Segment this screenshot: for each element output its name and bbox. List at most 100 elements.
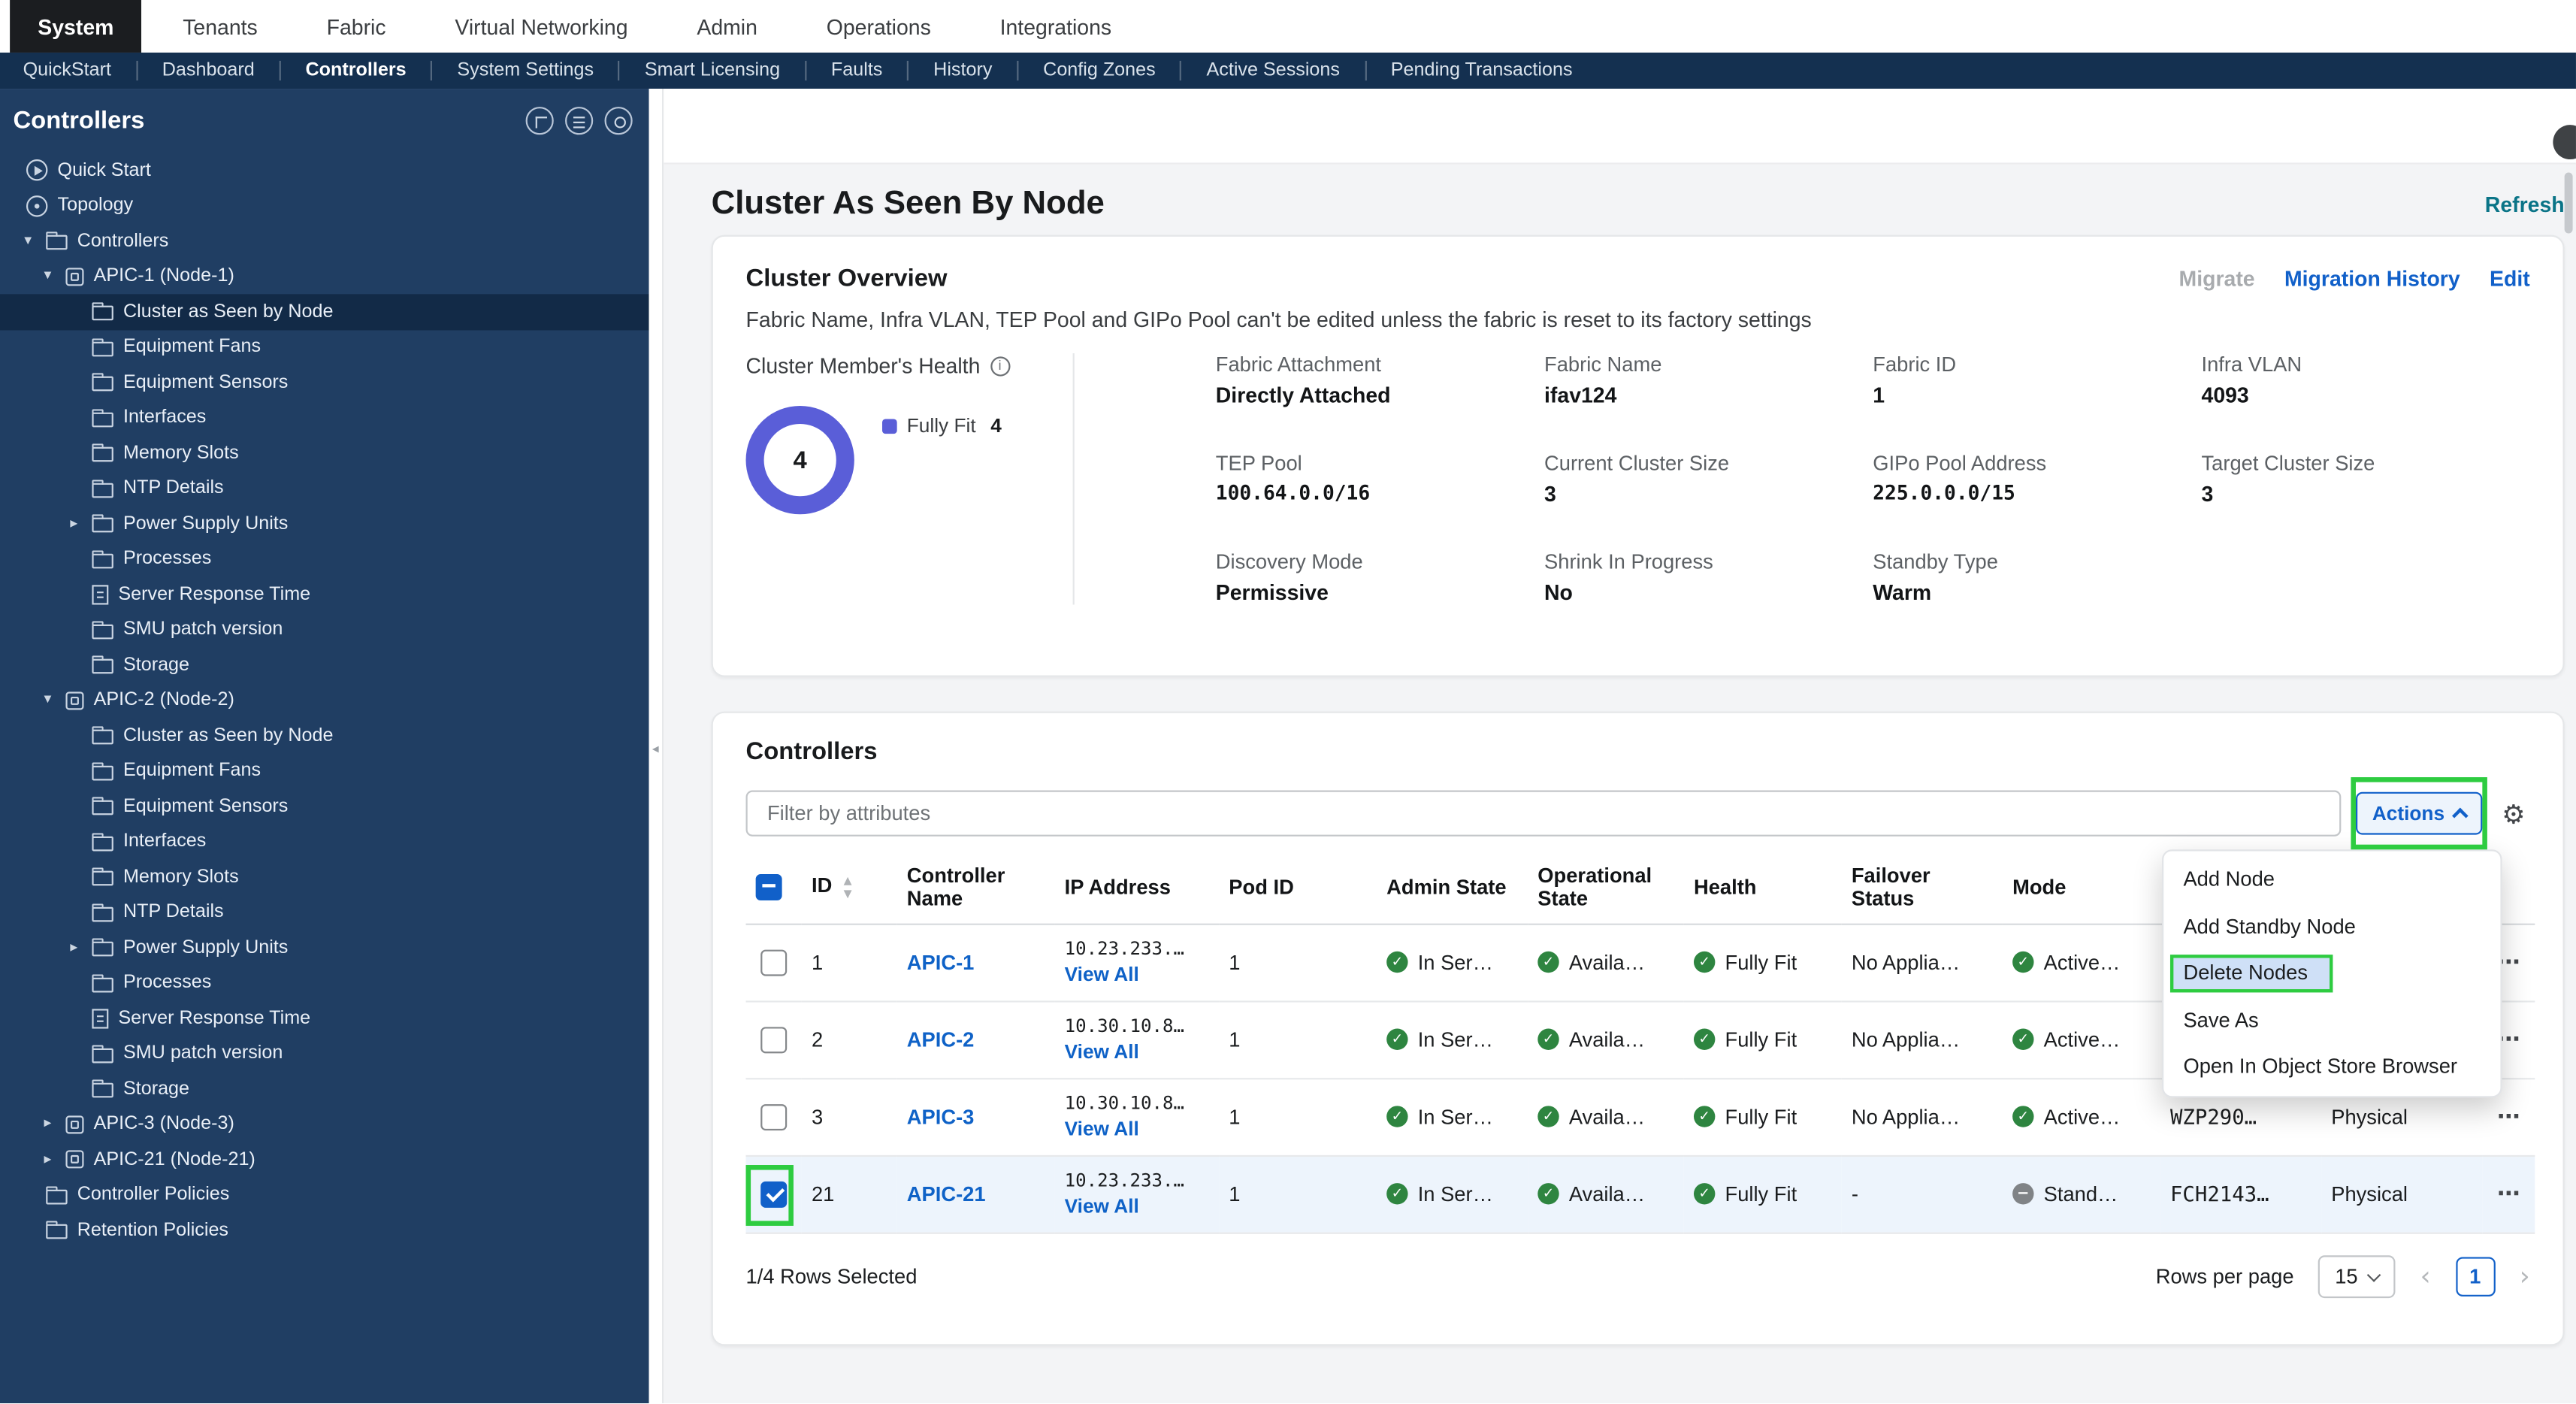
top-tab-tenants[interactable]: Tenants (155, 0, 286, 53)
chevron-down-icon[interactable] (39, 268, 56, 285)
subnav-config-zones[interactable]: Config Zones (1017, 60, 1180, 81)
sidebar-item-controller-policies[interactable]: Controller Policies (0, 1177, 649, 1212)
menu-item-delete-nodes[interactable]: Delete Nodes (2163, 950, 2500, 997)
sidebar-item-equipment-fans-1[interactable]: Equipment Fans (0, 329, 649, 365)
menu-item-add-node[interactable]: Add Node (2163, 856, 2500, 903)
sidebar-item-storage-1[interactable]: Storage (0, 647, 649, 682)
header-pod-id[interactable]: Pod ID (1219, 851, 1377, 924)
current-page-button[interactable]: 1 (2455, 1256, 2495, 1296)
actions-button[interactable]: Actions (2355, 791, 2483, 835)
sidebar-item-apic-3[interactable]: APIC-3 (Node-3) (0, 1106, 649, 1142)
controller-name-link[interactable]: APIC-3 (907, 1105, 975, 1128)
sidebar-item-ntp-details-2[interactable]: NTP Details (0, 894, 649, 930)
header-health[interactable]: Health (1683, 851, 1842, 924)
gear-icon[interactable] (2497, 797, 2530, 829)
chevron-right-icon[interactable] (65, 940, 82, 956)
sidebar-item-power-supply-units-2[interactable]: Power Supply Units (0, 930, 649, 965)
row-checkbox[interactable] (760, 1026, 788, 1053)
subnav-system-settings[interactable]: System Settings (431, 60, 618, 81)
menu-item-add-standby-node[interactable]: Add Standby Node (2163, 903, 2500, 949)
subnav-active-sessions[interactable]: Active Sessions (1180, 60, 1365, 81)
sidebar-item-storage-2[interactable]: Storage (0, 1071, 649, 1106)
controller-name-link[interactable]: APIC-2 (907, 1027, 975, 1051)
sidebar-item-apic-1[interactable]: APIC-1 (Node-1) (0, 259, 649, 294)
next-page-icon[interactable] (2520, 1260, 2530, 1292)
controller-name-link[interactable]: APIC-1 (907, 951, 975, 974)
sidebar-item-interfaces-2[interactable]: Interfaces (0, 824, 649, 859)
sidebar-item-apic-2[interactable]: APIC-2 (Node-2) (0, 682, 649, 718)
chevron-right-icon[interactable] (39, 1151, 56, 1168)
subnav-controllers[interactable]: Controllers (279, 60, 431, 81)
subnav-smart-licensing[interactable]: Smart Licensing (618, 60, 805, 81)
sidebar-item-server-response-time-1[interactable]: Server Response Time (0, 576, 649, 612)
sidebar-item-processes-1[interactable]: Processes (0, 541, 649, 576)
view-all-link[interactable]: View All (1065, 1118, 1209, 1141)
chevron-down-icon[interactable] (39, 692, 56, 709)
info-icon[interactable] (990, 356, 1010, 376)
sidebar-item-smu-patch-version-1[interactable]: SMU patch version (0, 612, 649, 647)
chevron-down-icon[interactable] (20, 233, 36, 250)
row-actions-icon[interactable] (2497, 1103, 2520, 1130)
top-tab-integrations[interactable]: Integrations (972, 0, 1139, 53)
subnav-faults[interactable]: Faults (804, 60, 907, 81)
sort-icons[interactable] (844, 875, 852, 900)
top-tab-operations[interactable]: Operations (799, 0, 959, 53)
header-mode[interactable]: Mode (2002, 851, 2160, 924)
sidebar-item-cluster-as-seen-by-node-1[interactable]: Cluster as Seen by Node (0, 294, 649, 330)
refresh-link[interactable]: Refresh (2485, 192, 2565, 216)
collapse-arrow-icon[interactable] (652, 731, 659, 761)
view-all-link[interactable]: View All (1065, 963, 1209, 986)
refresh-tree-icon[interactable] (604, 107, 633, 135)
subnav-dashboard[interactable]: Dashboard (135, 60, 280, 81)
migrate-link[interactable]: Migrate (2179, 266, 2255, 291)
filter-list-icon[interactable] (565, 107, 594, 135)
filter-input[interactable] (745, 790, 2342, 837)
sidebar-item-equipment-sensors-2[interactable]: Equipment Sensors (0, 788, 649, 824)
row-actions-icon[interactable] (2497, 1181, 2520, 1207)
header-ip-address[interactable]: IP Address (1054, 851, 1220, 924)
view-all-link[interactable]: View All (1065, 1040, 1209, 1064)
vertical-scrollbar[interactable] (2564, 172, 2573, 234)
sidebar-item-equipment-fans-2[interactable]: Equipment Fans (0, 753, 649, 788)
sidebar-item-server-response-time-2[interactable]: Server Response Time (0, 1000, 649, 1036)
sidebar-item-power-supply-units-1[interactable]: Power Supply Units (0, 506, 649, 541)
header-admin-state[interactable]: Admin State (1377, 851, 1528, 924)
table-row-selected[interactable]: 21 APIC-21 10.23.233.…View All 1 In Ser…… (745, 1154, 2535, 1233)
sidebar-item-quick-start[interactable]: Quick Start (0, 153, 649, 188)
sidebar-item-apic-21[interactable]: APIC-21 (Node-21) (0, 1142, 649, 1177)
sidebar-item-retention-policies[interactable]: Retention Policies (0, 1212, 649, 1248)
row-checkbox[interactable] (760, 949, 788, 976)
subnav-quickstart[interactable]: QuickStart (23, 61, 136, 80)
subnav-history[interactable]: History (907, 60, 1017, 81)
sidebar-item-interfaces-1[interactable]: Interfaces (0, 400, 649, 435)
top-tab-virtual-networking[interactable]: Virtual Networking (427, 0, 655, 53)
chevron-right-icon[interactable] (65, 516, 82, 532)
view-all-link[interactable]: View All (1065, 1194, 1209, 1218)
sidebar-item-topology[interactable]: Topology (0, 188, 649, 223)
top-tab-system[interactable]: System (10, 0, 142, 53)
sidebar-item-memory-slots-2[interactable]: Memory Slots (0, 859, 649, 894)
top-tab-fabric[interactable]: Fabric (298, 0, 413, 53)
row-checkbox-checked[interactable] (760, 1180, 788, 1207)
header-controller-name[interactable]: Controller Name (896, 851, 1055, 924)
edit-link[interactable]: Edit (2490, 266, 2530, 291)
controller-name-link[interactable]: APIC-21 (907, 1182, 986, 1206)
header-failover-status[interactable]: Failover Status (1841, 851, 2003, 924)
subnav-pending-transactions[interactable]: Pending Transactions (1364, 60, 1598, 81)
select-all-checkbox[interactable] (755, 873, 782, 900)
row-checkbox[interactable] (760, 1103, 788, 1130)
top-tab-admin[interactable]: Admin (669, 0, 785, 53)
menu-item-save-as[interactable]: Save As (2163, 997, 2500, 1043)
help-icon[interactable] (2553, 125, 2576, 160)
menu-item-open-in-object-store-browser[interactable]: Open In Object Store Browser (2163, 1043, 2500, 1090)
sidebar-item-controllers[interactable]: Controllers (0, 223, 649, 259)
header-id[interactable]: ID (801, 851, 897, 924)
sidebar-collapse-strip[interactable] (649, 89, 664, 1404)
prev-page-icon[interactable] (2420, 1260, 2431, 1292)
sidebar-item-ntp-details-1[interactable]: NTP Details (0, 471, 649, 506)
sidebar-item-equipment-sensors-1[interactable]: Equipment Sensors (0, 365, 649, 400)
migration-history-link[interactable]: Migration History (2284, 266, 2460, 291)
sidebar-item-smu-patch-version-2[interactable]: SMU patch version (0, 1036, 649, 1071)
chevron-right-icon[interactable] (39, 1116, 56, 1133)
header-operational-state[interactable]: Operational State (1528, 851, 1684, 924)
